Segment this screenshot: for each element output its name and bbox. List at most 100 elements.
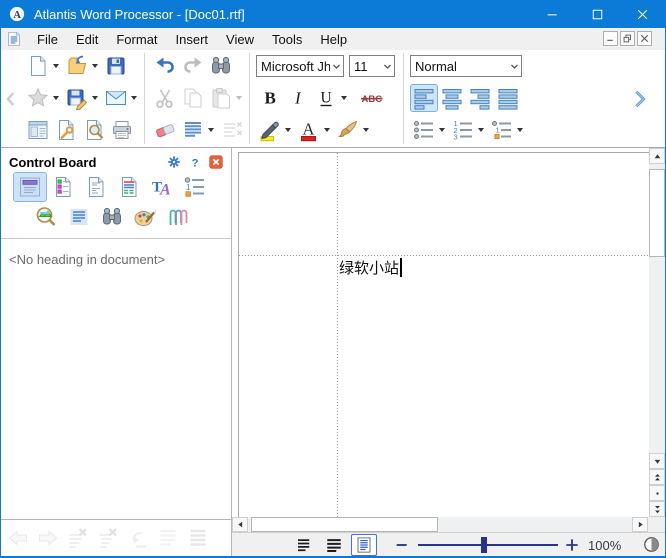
contrast-icon[interactable] <box>642 535 662 555</box>
cb-search-button[interactable] <box>96 203 128 231</box>
scroll-up-button[interactable] <box>649 148 665 164</box>
align-center-button[interactable] <box>439 85 465 111</box>
italic-button[interactable]: I <box>285 85 311 111</box>
dropdown-arrow-icon[interactable] <box>53 96 59 100</box>
zoom-in-button[interactable] <box>562 535 582 555</box>
print-preview-button[interactable] <box>81 117 107 143</box>
nav-forward-button[interactable] <box>33 524 63 552</box>
minimize-button[interactable] <box>530 0 575 28</box>
menu-edit[interactable]: Edit <box>67 30 107 49</box>
bullet-list-button[interactable] <box>411 117 437 143</box>
print-button[interactable] <box>109 117 135 143</box>
favorites-star-button[interactable] <box>25 85 51 111</box>
dropdown-arrow-icon[interactable] <box>478 128 484 132</box>
zoom-slider[interactable] <box>418 544 558 546</box>
doc-minimize-button[interactable] <box>603 31 618 46</box>
browse-object-button[interactable] <box>649 485 665 501</box>
dropdown-arrow-icon[interactable] <box>208 128 214 132</box>
nav-back-button[interactable] <box>3 524 33 552</box>
dropdown-arrow-icon[interactable] <box>324 128 330 132</box>
page-setup-button[interactable] <box>53 117 79 143</box>
style-combo[interactable]: Normal <box>410 55 522 77</box>
highlight-button[interactable] <box>257 117 283 143</box>
document-area[interactable]: 绿软小站 <box>232 148 649 517</box>
next-page-button[interactable] <box>649 501 665 517</box>
toolbar-overflow-right-icon[interactable] <box>629 88 651 110</box>
heading-delete-button[interactable] <box>63 524 93 552</box>
new-document-button[interactable] <box>25 53 51 79</box>
dropdown-arrow-icon[interactable] <box>517 128 523 132</box>
font-name-combo[interactable]: Microsoft Jh <box>256 55 344 77</box>
copy-button[interactable] <box>180 85 206 111</box>
doc-restore-button[interactable] <box>620 31 635 46</box>
cb-headings-button[interactable] <box>14 173 46 201</box>
cb-numbering-button[interactable]: 1 <box>179 173 211 201</box>
zoom-out-button[interactable] <box>392 535 412 555</box>
vertical-scroll-thumb[interactable] <box>649 169 665 257</box>
menu-insert[interactable]: Insert <box>167 30 218 49</box>
dropdown-arrow-icon[interactable] <box>236 96 242 100</box>
outline-list-button[interactable]: 1 <box>489 117 515 143</box>
combo-arrow-icon[interactable] <box>383 62 392 71</box>
format-painter-button[interactable] <box>335 117 361 143</box>
menu-view[interactable]: View <box>217 30 263 49</box>
panel-close-icon[interactable] <box>208 154 225 171</box>
zoom-slider-thumb[interactable] <box>481 537 487 553</box>
help-icon[interactable]: ? <box>187 154 204 171</box>
align-right-button[interactable] <box>467 85 493 111</box>
cb-styles-button[interactable] <box>113 173 145 201</box>
dropdown-arrow-icon[interactable] <box>92 64 98 68</box>
online-view-button[interactable] <box>322 535 346 555</box>
horizontal-scrollbar[interactable] <box>232 517 649 532</box>
menu-tools[interactable]: Tools <box>263 30 311 49</box>
menu-format[interactable]: Format <box>107 30 166 49</box>
dropdown-arrow-icon[interactable] <box>439 128 445 132</box>
undo-button[interactable] <box>152 53 178 79</box>
email-button[interactable] <box>103 85 129 111</box>
clear-formatting-button[interactable] <box>219 117 245 143</box>
layout-view-button[interactable] <box>352 535 376 555</box>
font-size-combo[interactable]: 11 <box>349 55 395 77</box>
save-as-button[interactable] <box>64 85 90 111</box>
dropdown-arrow-icon[interactable] <box>53 64 59 68</box>
previous-page-button[interactable] <box>649 469 665 485</box>
scroll-right-button[interactable] <box>632 517 648 532</box>
window-layout-button[interactable] <box>25 117 51 143</box>
scroll-down-button[interactable] <box>649 453 665 469</box>
align-justify-button[interactable] <box>495 85 521 111</box>
gear-icon[interactable] <box>166 154 183 171</box>
document-text-line[interactable]: 绿软小站 <box>339 257 402 278</box>
heading-body-button[interactable] <box>153 524 183 552</box>
paste-button[interactable] <box>208 85 234 111</box>
strikethrough-button[interactable]: ABC <box>352 85 392 111</box>
menu-file[interactable]: File <box>28 30 67 49</box>
find-binoculars-button[interactable] <box>208 53 234 79</box>
scroll-left-button[interactable] <box>232 517 248 532</box>
heading-restore-button[interactable] <box>123 524 153 552</box>
cb-colors-button[interactable] <box>129 203 161 231</box>
dropdown-arrow-icon[interactable] <box>92 96 98 100</box>
heading-delete-sub-button[interactable] <box>93 524 123 552</box>
bold-button[interactable]: B <box>257 85 283 111</box>
paragraph-format-button[interactable] <box>180 117 206 143</box>
heading-body-all-button[interactable] <box>183 524 213 552</box>
underline-button[interactable]: U <box>313 85 339 111</box>
document-page[interactable]: 绿软小站 <box>238 152 649 517</box>
font-color-button[interactable]: A <box>296 117 322 143</box>
cb-clips-button[interactable] <box>162 203 194 231</box>
toolbar-overflow-left-icon[interactable] <box>1 90 21 108</box>
cb-notes-button[interactable] <box>80 173 112 201</box>
dropdown-arrow-icon[interactable] <box>131 96 137 100</box>
cb-zoom-button[interactable] <box>30 203 62 231</box>
draft-view-button[interactable] <box>292 535 316 555</box>
redo-button[interactable] <box>180 53 206 79</box>
cb-paragraphs-button[interactable] <box>63 203 95 231</box>
close-button[interactable] <box>620 0 665 28</box>
dropdown-arrow-icon[interactable] <box>363 128 369 132</box>
vertical-scrollbar[interactable] <box>649 148 665 517</box>
cb-fonts-button[interactable]: TA <box>146 173 178 201</box>
numbered-list-button[interactable]: 123 <box>450 117 476 143</box>
open-folder-button[interactable] <box>64 53 90 79</box>
maximize-button[interactable] <box>575 0 620 28</box>
save-button[interactable] <box>103 53 129 79</box>
